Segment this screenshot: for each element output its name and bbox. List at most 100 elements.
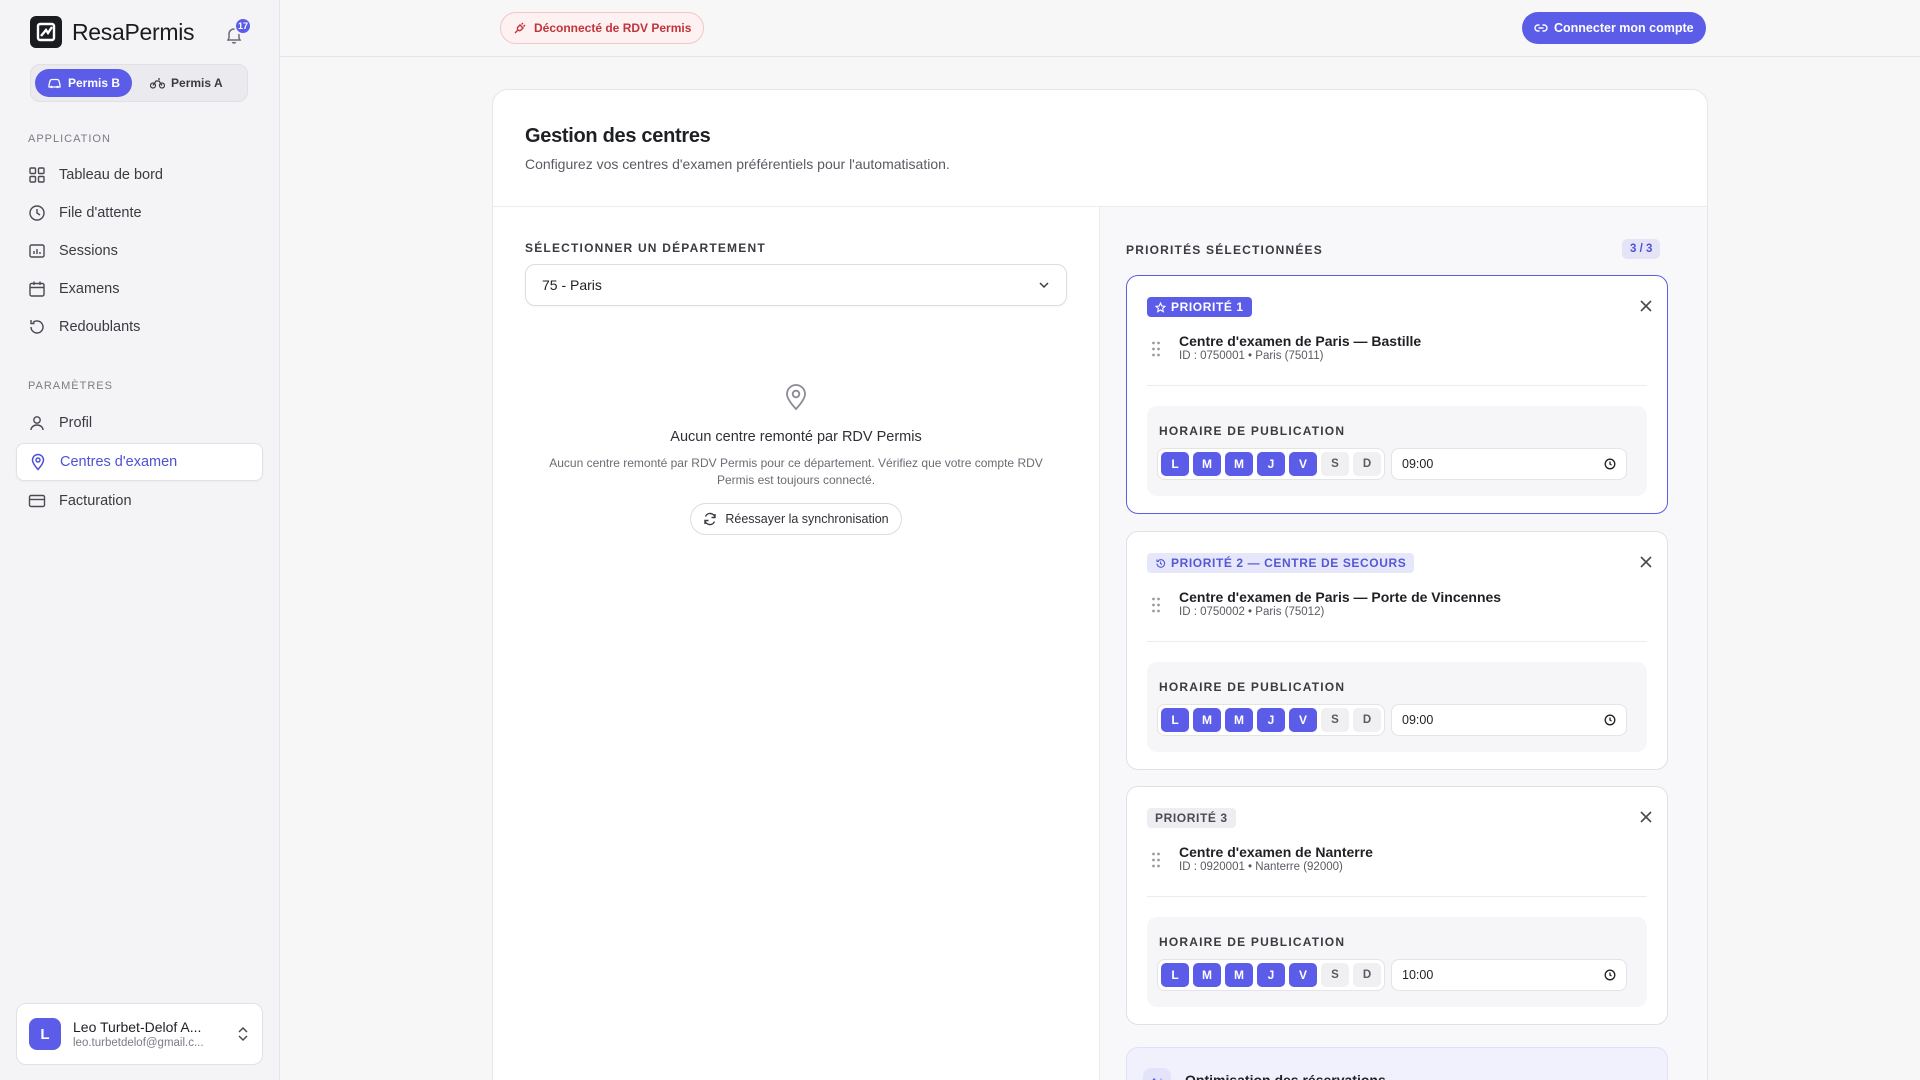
priority-card-1: PRIORITÉ 1 Centre d'examen de Paris — Ba… xyxy=(1126,275,1668,514)
close-icon[interactable] xyxy=(1637,553,1655,571)
connect-account-button[interactable]: Connecter mon compte xyxy=(1522,12,1706,44)
day-toggle-wednesday[interactable]: M xyxy=(1225,708,1253,732)
optimisation-card: A⁺ Optimisation des réservations xyxy=(1126,1047,1668,1080)
clock-icon xyxy=(1604,458,1616,470)
day-toggle-saturday[interactable]: S xyxy=(1321,708,1349,732)
day-toggle-saturday[interactable]: S xyxy=(1321,963,1349,987)
brand[interactable]: ResaPermis xyxy=(30,16,195,48)
department-label: SÉLECTIONNER UN DÉPARTEMENT xyxy=(525,241,766,255)
time-value: 09:00 xyxy=(1402,713,1434,727)
day-toggle-monday[interactable]: L xyxy=(1161,452,1189,476)
sidebar-item-label: Facturation xyxy=(59,493,132,509)
optimisation-title: Optimisation des réservations xyxy=(1185,1072,1386,1080)
day-toggle-sunday[interactable]: D xyxy=(1353,452,1381,476)
map-pin-icon xyxy=(31,453,45,471)
sidebar-item-billing[interactable]: Facturation xyxy=(16,482,263,520)
day-toggle-monday[interactable]: L xyxy=(1161,963,1189,987)
sidebar-item-exam-centres[interactable]: Centres d'examen xyxy=(16,443,263,481)
priority-badge: PRIORITÉ 2 — CENTRE DE SECOURS xyxy=(1147,553,1415,573)
day-toggle-monday[interactable]: L xyxy=(1161,708,1189,732)
day-toggle-friday[interactable]: V xyxy=(1289,452,1317,476)
time-input[interactable]: 09:00 xyxy=(1391,448,1627,480)
permis-a-button[interactable]: Permis A xyxy=(138,69,235,97)
topbar: Déconnecté de RDV Permis Connecter mon c… xyxy=(280,0,1920,57)
day-toggle-wednesday[interactable]: M xyxy=(1225,963,1253,987)
notifications-button[interactable]: 17 xyxy=(226,17,252,44)
sidebar-item-label: Centres d'examen xyxy=(60,454,178,470)
brand-name: ResaPermis xyxy=(72,18,195,45)
sidebar-item-dashboard[interactable]: Tableau de bord xyxy=(16,156,263,194)
map-pin-icon xyxy=(786,384,806,411)
day-toggle-saturday[interactable]: S xyxy=(1321,452,1349,476)
priority-badge-label: PRIORITÉ 2 — CENTRE DE SECOURS xyxy=(1171,556,1407,570)
day-toggle-thursday[interactable]: J xyxy=(1257,963,1285,987)
user-menu[interactable]: L Leo Turbet-Delof A... leo.turbetdelof@… xyxy=(16,1003,263,1065)
connection-status-text: Déconnecté de RDV Permis xyxy=(534,21,692,35)
drag-handle-icon[interactable] xyxy=(1151,851,1161,869)
user-icon xyxy=(30,416,44,431)
chevron-down-icon xyxy=(1039,282,1049,289)
connection-status-badge[interactable]: Déconnecté de RDV Permis xyxy=(500,12,705,44)
sidebar-item-label: Profil xyxy=(59,415,93,431)
day-toggle-tuesday[interactable]: M xyxy=(1193,452,1221,476)
car-icon xyxy=(48,78,61,89)
day-toggle-tuesday[interactable]: M xyxy=(1193,708,1221,732)
centre-name: Centre d'examen de Paris — Porte de Vinc… xyxy=(1179,589,1502,605)
divider xyxy=(1147,896,1647,897)
day-toggle-friday[interactable]: V xyxy=(1289,708,1317,732)
time-input[interactable]: 09:00 xyxy=(1391,704,1627,736)
rotate-icon xyxy=(30,320,44,334)
close-icon[interactable] xyxy=(1637,808,1655,826)
day-toggle-friday[interactable]: V xyxy=(1289,963,1317,987)
calendar-icon xyxy=(29,281,45,297)
page-subtitle: Configurez vos centres d'examen préféren… xyxy=(525,156,950,172)
day-toggle-sunday[interactable]: D xyxy=(1353,708,1381,732)
department-select[interactable]: 75 - Paris xyxy=(525,264,1067,306)
time-input[interactable]: 10:00 xyxy=(1391,959,1627,991)
day-toggle-thursday[interactable]: J xyxy=(1257,708,1285,732)
day-toggle-sunday[interactable]: D xyxy=(1353,963,1381,987)
link-icon xyxy=(1534,24,1548,32)
brand-logo-icon xyxy=(30,16,62,48)
retry-sync-label: Réessayer la synchronisation xyxy=(725,512,889,526)
permis-b-label: Permis B xyxy=(68,76,121,90)
sidebar-item-profile[interactable]: Profil xyxy=(16,404,263,442)
retry-sync-button[interactable]: Réessayer la synchronisation xyxy=(690,503,902,535)
clock-icon xyxy=(29,205,45,221)
card-header: Gestion des centres Configurez vos centr… xyxy=(493,90,1707,207)
drag-handle-icon[interactable] xyxy=(1151,596,1161,614)
time-value: 09:00 xyxy=(1402,457,1434,471)
sidebar-item-label: Sessions xyxy=(59,243,118,259)
schedule-label: HORAIRE DE PUBLICATION xyxy=(1159,424,1346,438)
department-value: 75 - Paris xyxy=(542,277,602,293)
schedule-label: HORAIRE DE PUBLICATION xyxy=(1159,935,1346,949)
centre-meta: ID : 0920001 • Nanterre (92000) xyxy=(1179,861,1343,873)
motorbike-icon xyxy=(150,78,166,89)
day-toggle-tuesday[interactable]: M xyxy=(1193,963,1221,987)
priorities-pane: PRIORITÉS SÉLECTIONNÉES 3 / 3 PRIORITÉ 1… xyxy=(1099,207,1707,1080)
drag-handle-icon[interactable] xyxy=(1151,340,1161,358)
history-icon xyxy=(1156,558,1166,568)
divider xyxy=(1147,641,1647,642)
sidebar-item-repeaters[interactable]: Redoublants xyxy=(16,308,263,346)
time-value: 10:00 xyxy=(1402,968,1434,982)
weekday-toggle-group: L M M J V S D xyxy=(1157,959,1385,991)
permis-b-button[interactable]: Permis B xyxy=(35,69,133,97)
clock-icon xyxy=(1604,714,1616,726)
weekday-toggle-group: L M M J V S D xyxy=(1157,704,1385,736)
empty-state-title: Aucun centre remonté par RDV Permis xyxy=(670,429,922,445)
section-label-parametres: PARAMÈTRES xyxy=(28,380,113,392)
sidebar-item-queue[interactable]: File d'attente xyxy=(16,194,263,232)
schedule-label: HORAIRE DE PUBLICATION xyxy=(1159,680,1346,694)
sidebar-item-exams[interactable]: Examens xyxy=(16,270,263,308)
user-email: leo.turbetdelof@gmail.c... xyxy=(73,1037,204,1049)
permis-a-label: Permis A xyxy=(171,76,223,90)
day-toggle-wednesday[interactable]: M xyxy=(1225,452,1253,476)
permis-switch: Permis B Permis A xyxy=(30,64,248,102)
close-icon[interactable] xyxy=(1637,297,1655,315)
unplug-icon xyxy=(514,22,526,33)
priority-card-2: PRIORITÉ 2 — CENTRE DE SECOURS Centre d'… xyxy=(1126,531,1668,770)
centre-meta: ID : 0750002 • Paris (75012) xyxy=(1179,606,1325,618)
day-toggle-thursday[interactable]: J xyxy=(1257,452,1285,476)
sidebar-item-sessions[interactable]: Sessions xyxy=(16,232,263,270)
